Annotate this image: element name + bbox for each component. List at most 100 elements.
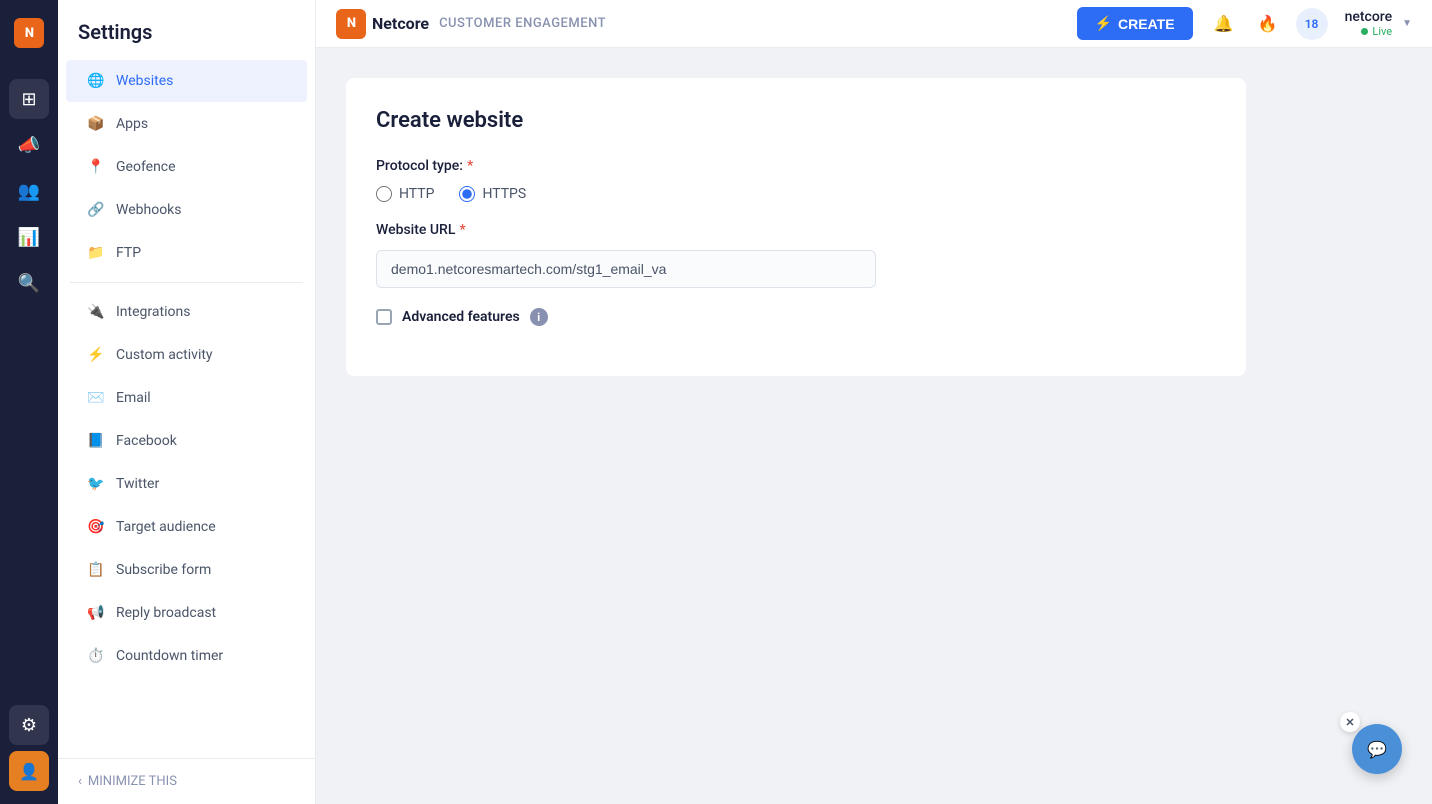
nav-icon-audience[interactable]: 👥 [9, 171, 49, 211]
nav-icon-campaigns[interactable]: 📣 [9, 125, 49, 165]
logo-box: N [14, 18, 44, 48]
sidebar-item-label-countdown-timer: Countdown timer [116, 648, 223, 664]
top-nav: N Netcore CUSTOMER ENGAGEMENT ⚡ CREATE 🔔… [316, 0, 1432, 48]
nav-icon-dashboard[interactable]: ⊞ [9, 79, 49, 119]
ftp-icon: 📁 [86, 243, 106, 263]
sidebar-item-label-webhooks: Webhooks [116, 202, 182, 218]
sidebar-item-label-ftp: FTP [116, 245, 141, 261]
apps-icon: 📦 [86, 114, 106, 134]
websites-icon: 🌐 [86, 71, 106, 91]
live-status-text: Live [1372, 25, 1392, 38]
protocol-type-section: Protocol type: * HTTP HTTPS [376, 158, 1216, 202]
user-menu[interactable]: netcore Live ▼ [1345, 9, 1412, 38]
notification-bell[interactable]: 🔔 [1208, 8, 1240, 40]
target-audience-icon: 🎯 [86, 517, 106, 537]
webhooks-icon: 🔗 [86, 200, 106, 220]
nav-icon-search[interactable]: 🔍 [9, 263, 49, 303]
app-logo[interactable]: N [6, 10, 52, 56]
sidebar-item-label-target-audience: Target audience [116, 519, 216, 535]
create-button[interactable]: ⚡ CREATE [1077, 7, 1193, 40]
sidebar-item-websites[interactable]: 🌐 Websites [66, 60, 307, 102]
sidebar-item-label-geofence: Geofence [116, 159, 176, 175]
notification-count-badge[interactable]: 18 [1296, 8, 1328, 40]
sidebar-item-twitter[interactable]: 🐦 Twitter [66, 463, 307, 505]
http-option[interactable]: HTTP [376, 186, 434, 202]
protocol-type-label: Protocol type: * [376, 158, 1216, 174]
sidebar-item-target-audience[interactable]: 🎯 Target audience [66, 506, 307, 548]
user-name-label: netcore [1345, 9, 1393, 25]
advanced-features-info-icon[interactable]: i [530, 308, 548, 326]
product-name: CUSTOMER ENGAGEMENT [439, 16, 606, 31]
sidebar-item-email[interactable]: ✉️ Email [66, 377, 307, 419]
sidebar-item-custom-activity[interactable]: ⚡Custom activity [66, 334, 307, 376]
https-label: HTTPS [482, 186, 526, 202]
facebook-icon: 📘 [86, 431, 106, 451]
sidebar-item-apps[interactable]: 📦 Apps [66, 103, 307, 145]
https-radio[interactable] [459, 186, 475, 202]
reply-broadcast-icon: 📢 [86, 603, 106, 623]
page-title: Create website [376, 108, 1216, 133]
sidebar-item-label-integrations: Integrations [116, 304, 190, 320]
icon-sidebar: N ⊞ 📣 👥 📊 🔍 ⚙ 👤 [0, 0, 58, 804]
lightning-icon: ⚡ [1095, 15, 1112, 32]
minimize-label: MINIMIZE THIS [88, 774, 177, 789]
nav-icon-settings[interactable]: ⚙ [9, 705, 49, 745]
sidebar-item-label-email: Email [116, 390, 151, 406]
main-area: N Netcore CUSTOMER ENGAGEMENT ⚡ CREATE 🔔… [316, 0, 1432, 804]
geofence-icon: 📍 [86, 157, 106, 177]
sidebar-item-label-websites: Websites [116, 73, 173, 89]
website-url-label: Website URL * [376, 222, 1216, 238]
sidebar-item-webhooks[interactable]: 🔗 Webhooks [66, 189, 307, 231]
live-dot [1361, 28, 1368, 35]
sidebar-title: Settings [58, 0, 315, 59]
create-label: CREATE [1118, 16, 1175, 32]
protocol-radio-group: HTTP HTTPS [376, 186, 1216, 202]
website-url-section: Website URL * [376, 222, 1216, 288]
sidebar-item-subscribe-form[interactable]: 📋 Subscribe form [66, 549, 307, 591]
http-radio[interactable] [376, 186, 392, 202]
sidebar-divider-1 [70, 282, 303, 283]
content-card: Create website Protocol type: * HTTP HTT… [346, 78, 1246, 376]
https-option[interactable]: HTTPS [459, 186, 526, 202]
logo-brand-box: N [336, 9, 366, 39]
minimize-button[interactable]: ‹ MINIMIZE THIS [78, 774, 295, 789]
website-url-input[interactable] [376, 250, 876, 288]
netcore-logo: N Netcore [336, 9, 429, 39]
sidebar-item-label-reply-broadcast: Reply broadcast [116, 605, 216, 621]
chevron-left-icon: ‹ [78, 774, 82, 789]
sidebar-item-label-apps: Apps [116, 116, 148, 132]
fire-icon[interactable]: 🔥 [1252, 8, 1284, 40]
sidebar-item-countdown-timer[interactable]: ⏱️ Countdown timer [66, 635, 307, 677]
subscribe-form-icon: 📋 [86, 560, 106, 580]
countdown-timer-icon: ⏱️ [86, 646, 106, 666]
sidebar-item-reply-broadcast[interactable]: 📢 Reply broadcast [66, 592, 307, 634]
nav-icon-analytics[interactable]: 📊 [9, 217, 49, 257]
sidebar-item-ftp[interactable]: 📁 FTP [66, 232, 307, 274]
chat-close-button[interactable]: ✕ [1340, 712, 1360, 732]
sidebar-item-geofence[interactable]: 📍 Geofence [66, 146, 307, 188]
advanced-features-checkbox[interactable] [376, 309, 392, 325]
content-area: Create website Protocol type: * HTTP HTT… [316, 48, 1432, 804]
user-dropdown-icon: ▼ [1402, 18, 1412, 29]
chat-bubble-button[interactable]: 💬 [1352, 724, 1402, 774]
sidebar-item-label-facebook: Facebook [116, 433, 177, 449]
sidebar-item-label-custom-activity: Custom activity [116, 347, 213, 363]
advanced-features-row: Advanced features i [376, 308, 1216, 326]
nav-icon-user[interactable]: 👤 [9, 751, 49, 791]
brand-name: Netcore [372, 14, 429, 33]
http-label: HTTP [399, 186, 434, 202]
sidebar-item-integrations[interactable]: 🔌 Integrations [66, 291, 307, 333]
sidebar-item-label-subscribe-form: Subscribe form [116, 562, 211, 578]
advanced-features-section: Advanced features i [376, 308, 1216, 326]
twitter-icon: 🐦 [86, 474, 106, 494]
nav-actions: 🔔 🔥 18 netcore Live ▼ [1208, 8, 1412, 40]
left-sidebar: Settings 🌐 Websites 📦 Apps 📍 Geofence 🔗 Webhook… [58, 0, 316, 804]
sidebar-item-label-twitter: Twitter [116, 476, 159, 492]
sidebar-item-facebook[interactable]: 📘 Facebook [66, 420, 307, 462]
required-star-url: * [459, 222, 465, 238]
live-status-badge: Live [1361, 25, 1392, 38]
advanced-features-label: Advanced features [402, 309, 520, 325]
email-icon: ✉️ [86, 388, 106, 408]
integrations-icon: 🔌 [86, 302, 106, 322]
required-star-protocol: * [467, 158, 473, 174]
